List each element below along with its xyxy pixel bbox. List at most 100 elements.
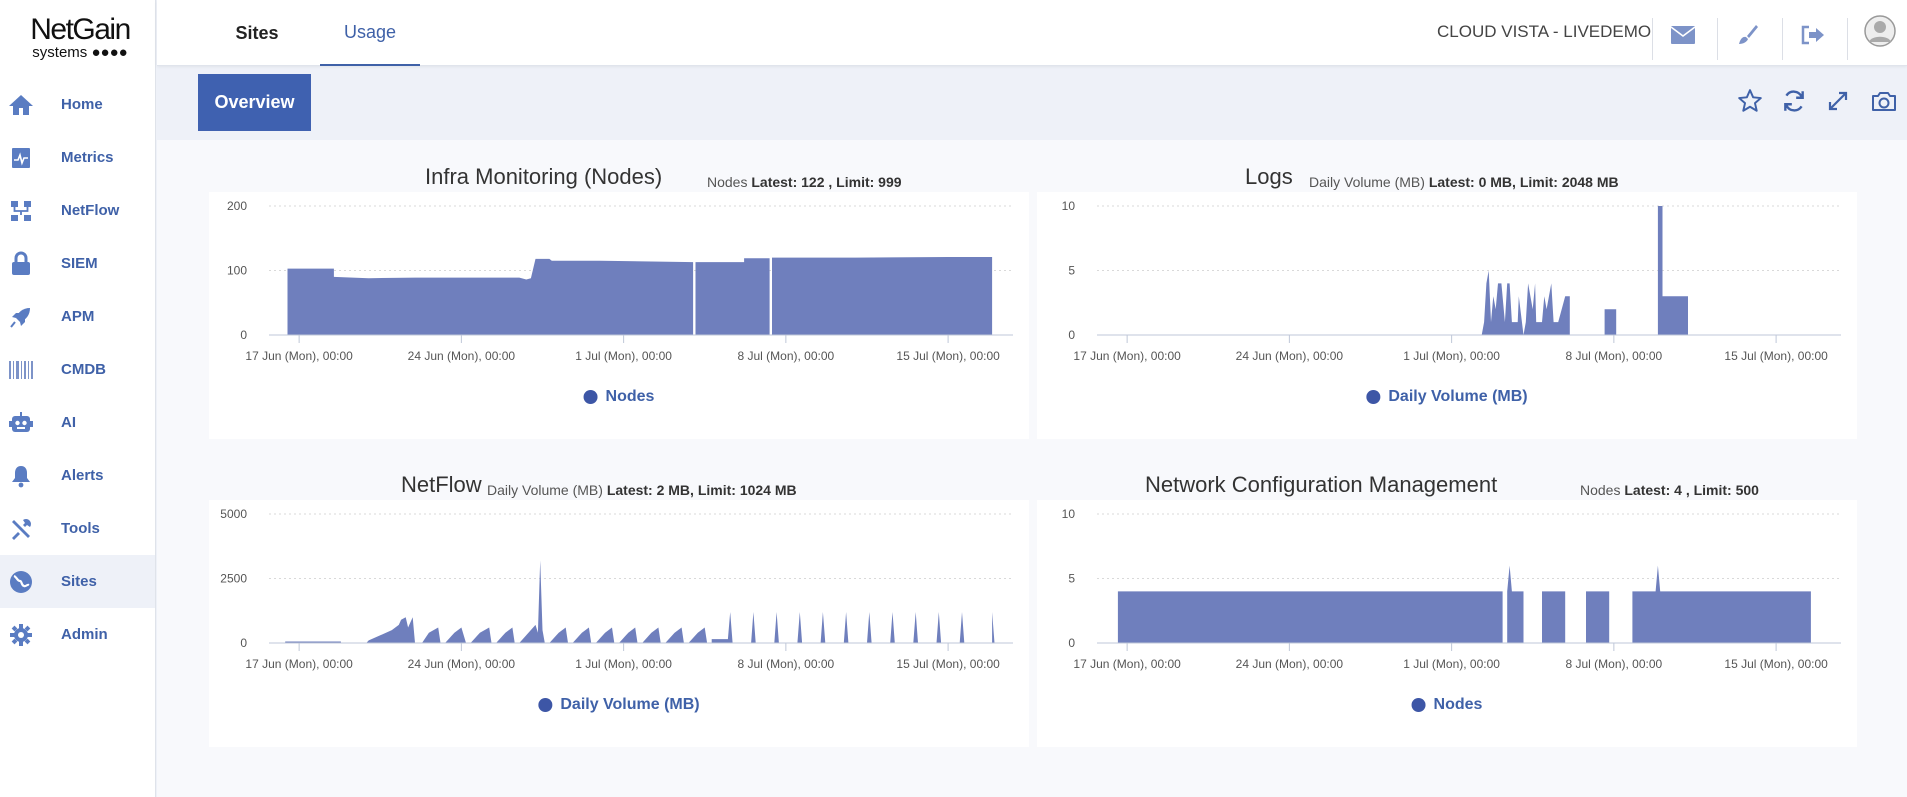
sidebar-item-admin[interactable]: Admin (0, 608, 155, 661)
user-avatar-icon[interactable] (1863, 15, 1897, 47)
sidebar-item-alerts[interactable]: Alerts (0, 449, 155, 502)
x-tick-label: 17 Jun (Mon), 00:00 (245, 657, 353, 671)
y-tick-label: 5000 (220, 507, 247, 521)
chart-legend-item[interactable]: Nodes (583, 388, 655, 406)
sidebar-item-home[interactable]: Home (0, 78, 155, 131)
sidebar: NetGain systems ●●●● Home Metrics NetFlow S… (0, 0, 156, 797)
chart-legend-item[interactable]: Daily Volume (MB) (1366, 388, 1528, 406)
logout-icon[interactable] (1796, 20, 1830, 50)
org-label: CLOUD VISTA - LIVEDEMO (1437, 22, 1652, 41)
series-area[interactable] (285, 560, 995, 643)
x-tick-label: 1 Jul (Mon), 00:00 (1403, 657, 1500, 671)
x-tick-label: 24 Jun (Mon), 00:00 (1236, 349, 1344, 363)
star-icon[interactable] (1735, 86, 1765, 116)
panel-metric: Daily Volume (MB) (1309, 174, 1425, 190)
y-tick-label: 5 (1068, 264, 1075, 278)
x-tick-label: 15 Jul (Mon), 00:00 (896, 657, 1000, 671)
robot-icon (8, 410, 34, 436)
mail-icon[interactable] (1666, 20, 1700, 50)
series-area[interactable] (287, 257, 993, 335)
panel-title: NetFlow (401, 472, 482, 497)
sidebar-item-label: Sites (61, 573, 97, 590)
x-tick-label: 17 Jun (Mon), 00:00 (1073, 349, 1181, 363)
x-tick-label: 1 Jul (Mon), 00:00 (575, 657, 672, 671)
refresh-icon[interactable] (1779, 86, 1809, 116)
x-tick-label: 17 Jun (Mon), 00:00 (1073, 657, 1181, 671)
sidebar-item-label: Home (61, 96, 103, 113)
separator (1847, 18, 1848, 60)
legend-dot (1366, 390, 1381, 404)
sidebar-item-metrics[interactable]: Metrics (0, 131, 155, 184)
panel-latest-limit: Latest: 2 MB, Limit: 1024 MB (606, 482, 797, 498)
y-tick-label: 2500 (220, 572, 247, 586)
sidebar-item-label: SIEM (61, 255, 98, 272)
barcode-icon (8, 357, 34, 383)
panel-metric: Nodes (1580, 482, 1621, 498)
y-tick-label: 0 (1068, 328, 1075, 342)
camera-icon[interactable] (1869, 86, 1899, 116)
globe-icon (8, 569, 34, 595)
x-tick-label: 8 Jul (Mon), 00:00 (1566, 657, 1663, 671)
legend-label: Daily Volume (MB) (1388, 388, 1528, 405)
x-tick-label: 24 Jun (Mon), 00:00 (1236, 657, 1344, 671)
lock-icon (8, 251, 34, 277)
sidebar-item-label: NetFlow (61, 202, 120, 219)
panel-metric: Daily Volume (MB) (487, 482, 603, 498)
sidebar-item-siem[interactable]: SIEM (0, 237, 155, 290)
gear-icon (8, 622, 34, 648)
overview-tab[interactable]: Overview (198, 74, 311, 131)
panel-latest-limit: Latest: 0 MB, Limit: 2048 MB (1428, 174, 1619, 190)
sidebar-item-label: AI (61, 414, 76, 431)
y-tick-label: 10 (1062, 199, 1076, 213)
tab-sites[interactable]: Sites (207, 0, 307, 66)
separator (1652, 18, 1653, 60)
chart-legend-item[interactable]: Nodes (1411, 696, 1483, 714)
chart-legend-item[interactable]: Daily Volume (MB) (538, 696, 700, 714)
sidebar-item-label: APM (61, 308, 95, 325)
usage-content: Infra Monitoring (Nodes) Nodes Latest: 12… (157, 140, 1907, 797)
home-icon (8, 92, 34, 118)
x-tick-label: 24 Jun (Mon), 00:00 (408, 349, 516, 363)
x-tick-label: 24 Jun (Mon), 00:00 (408, 657, 516, 671)
sidebar-item-apm[interactable]: APM (0, 290, 155, 343)
x-tick-label: 17 Jun (Mon), 00:00 (245, 349, 353, 363)
y-tick-label: 10 (1062, 507, 1076, 521)
usage-panel: Network Configuration Management Nodes La… (1037, 472, 1857, 747)
tab-usage[interactable]: Usage (320, 0, 420, 66)
legend-dot (583, 390, 598, 404)
netflow-icon (8, 198, 34, 224)
rocket-icon (8, 304, 34, 330)
panel-subtitle: Nodes Latest: 4 , Limit: 500 (1580, 482, 1759, 498)
legend-label: Nodes (605, 388, 655, 405)
brush-icon[interactable] (1731, 20, 1765, 50)
x-tick-label: 8 Jul (Mon), 00:00 (738, 349, 835, 363)
separator (1782, 18, 1783, 60)
y-tick-label: 0 (240, 636, 247, 650)
sidebar-item-tools[interactable]: Tools (0, 502, 155, 555)
x-tick-label: 1 Jul (Mon), 00:00 (1403, 349, 1500, 363)
legend-label: Nodes (1433, 696, 1483, 713)
y-tick-label: 100 (227, 264, 247, 278)
panel-title: Infra Monitoring (Nodes) (425, 164, 663, 189)
series-area[interactable] (1117, 565, 1811, 643)
top-bar: Sites Usage CLOUD VISTA - LIVEDEMO (157, 0, 1907, 66)
sidebar-item-label: CMDB (61, 361, 106, 378)
legend-dot (1411, 698, 1426, 712)
sidebar-item-ai[interactable]: AI (0, 396, 155, 449)
y-tick-label: 200 (227, 199, 247, 213)
panel-metric: Nodes (707, 174, 748, 190)
panel-subtitle: Daily Volume (MB) Latest: 2 MB, Limit: 1… (487, 482, 797, 498)
panel-title: Logs (1245, 164, 1293, 189)
usage-panel: NetFlow Daily Volume (MB) Latest: 2 MB, L… (209, 472, 1029, 747)
bell-icon (8, 463, 34, 489)
sidebar-item-label: Alerts (61, 467, 104, 484)
panel-subtitle: Daily Volume (MB) Latest: 0 MB, Limit: 2… (1309, 174, 1619, 190)
sidebar-item-label: Tools (61, 520, 100, 537)
sidebar-item-cmdb[interactable]: CMDB (0, 343, 155, 396)
sidebar-item-netflow[interactable]: NetFlow (0, 184, 155, 237)
sidebar-item-sites[interactable]: Sites (0, 555, 155, 608)
expand-icon[interactable] (1823, 86, 1853, 116)
y-tick-label: 0 (240, 328, 247, 342)
netgain-logo: NetGain systems ●●●● (20, 14, 140, 64)
x-tick-label: 15 Jul (Mon), 00:00 (1724, 657, 1828, 671)
